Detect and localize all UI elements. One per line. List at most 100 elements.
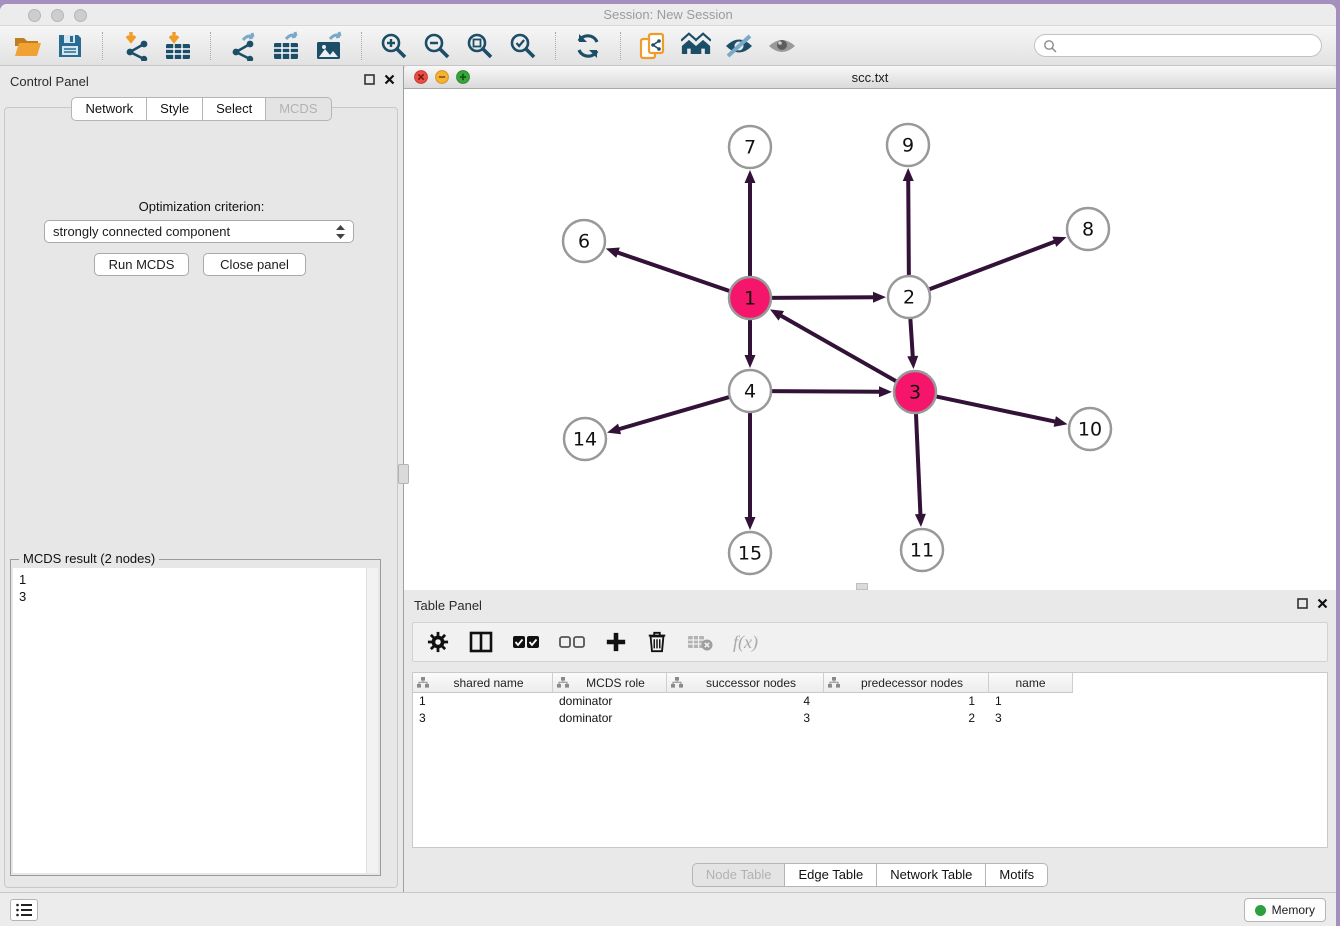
mcds-result-scrollbar[interactable]	[366, 568, 378, 873]
export-image-icon[interactable]	[314, 31, 344, 61]
hierarchy-icon	[828, 677, 840, 688]
horizontal-splitter-handle[interactable]	[856, 583, 868, 590]
show-columns-icon[interactable]	[469, 630, 493, 654]
float-panel-icon[interactable]	[1297, 598, 1308, 609]
hide-selected-icon[interactable]	[724, 31, 754, 61]
zoom-fit-icon[interactable]	[465, 31, 495, 61]
column-label: MCDS role	[569, 676, 662, 690]
graph-edge-4-3[interactable]	[769, 391, 881, 392]
optimization-criterion-label: Optimization criterion:	[0, 199, 403, 214]
deselect-all-icon[interactable]	[559, 635, 585, 649]
mcds-result-area[interactable]: 1 3	[13, 568, 378, 873]
network-window-titlebar: scc.txt	[404, 66, 1336, 89]
graph-edge-arrowhead	[1054, 416, 1068, 427]
graph-edge-1-2[interactable]	[769, 297, 875, 298]
tab-style[interactable]: Style	[146, 97, 203, 121]
delete-row-icon[interactable]	[647, 631, 667, 653]
float-panel-icon[interactable]	[364, 74, 375, 85]
graph-node-label-4: 4	[744, 381, 756, 403]
column-header-name[interactable]: name	[989, 673, 1073, 693]
graph-node-label-6: 6	[578, 231, 590, 253]
graph-edge-2-3[interactable]	[910, 316, 913, 358]
graph-edge-1-6[interactable]	[616, 252, 732, 292]
import-network-icon[interactable]	[120, 31, 150, 61]
cell-shared-name[interactable]: 3	[413, 710, 553, 727]
import-table-icon[interactable]	[163, 31, 193, 61]
settings-gear-icon[interactable]	[427, 631, 449, 653]
tab-select[interactable]: Select	[202, 97, 266, 121]
network-window-title: scc.txt	[404, 70, 1336, 85]
table-toolbar: f(x)	[412, 622, 1328, 662]
tab-mcds[interactable]: MCDS	[265, 97, 331, 121]
tab-motifs[interactable]: Motifs	[985, 863, 1048, 887]
graph-node-label-8: 8	[1082, 219, 1094, 241]
cell-MCDS-role[interactable]: dominator	[553, 693, 667, 710]
zoom-out-icon[interactable]	[422, 31, 452, 61]
list-icon	[16, 903, 32, 917]
tab-network[interactable]: Network	[71, 97, 147, 121]
table-row[interactable]: 3dominator323	[413, 710, 1327, 727]
save-session-icon[interactable]	[55, 31, 85, 61]
cell-name[interactable]: 3	[989, 710, 1073, 727]
graph-edge-3-11[interactable]	[916, 411, 921, 516]
node-table[interactable]: shared name MCDS role successor nodesprede…	[412, 672, 1328, 848]
export-network-icon[interactable]	[228, 31, 258, 61]
open-session-icon[interactable]	[12, 31, 42, 61]
close-panel-icon[interactable]	[1317, 598, 1328, 609]
app-titlebar: Session: New Session	[0, 4, 1336, 26]
cell-shared-name[interactable]: 1	[413, 693, 553, 710]
criterion-select[interactable]: strongly connected component	[44, 220, 354, 243]
graph-edge-2-9[interactable]	[908, 179, 909, 278]
tab-network-table[interactable]: Network Table	[876, 863, 986, 887]
search-box[interactable]	[1034, 34, 1322, 57]
export-table-icon[interactable]	[271, 31, 301, 61]
tab-node-table[interactable]: Node Table	[692, 863, 786, 887]
select-all-icon[interactable]	[513, 635, 539, 649]
graph-edge-3-10[interactable]	[934, 396, 1057, 422]
cell-successor-nodes[interactable]: 3	[667, 710, 824, 727]
graph-edge-4-14[interactable]	[618, 396, 732, 429]
run-mcds-button[interactable]: Run MCDS	[94, 253, 189, 276]
graph-node-label-1: 1	[744, 288, 756, 310]
tab-edge-table[interactable]: Edge Table	[784, 863, 877, 887]
column-header-predecessor-nodes[interactable]: predecessor nodes	[824, 673, 989, 693]
mcds-result-group: MCDS result (2 nodes) 1 3	[10, 559, 381, 876]
cell-successor-nodes[interactable]: 4	[667, 693, 824, 710]
search-input[interactable]	[1057, 37, 1321, 55]
close-panel-button[interactable]: Close panel	[203, 253, 306, 276]
toolbar-separator	[210, 32, 211, 60]
main-toolbar	[0, 26, 1336, 66]
cell-predecessor-nodes[interactable]: 2	[824, 710, 989, 727]
table-header-row: shared name MCDS role successor nodesprede…	[413, 673, 1327, 693]
column-header-MCDS-role[interactable]: MCDS role	[553, 673, 667, 693]
table-row[interactable]: 1dominator411	[413, 693, 1327, 710]
table-panel-title: Table Panel	[414, 598, 482, 613]
control-panel-title: Control Panel	[10, 74, 89, 89]
add-row-icon[interactable]	[605, 631, 627, 653]
toolbar-separator	[361, 32, 362, 60]
column-header-successor-nodes[interactable]: successor nodes	[667, 673, 824, 693]
zoom-selected-icon[interactable]	[508, 31, 538, 61]
graph-edge-2-8[interactable]	[927, 241, 1056, 290]
select-chevrons-icon	[336, 225, 345, 239]
cell-predecessor-nodes[interactable]: 1	[824, 693, 989, 710]
graph-edge-arrowhead	[879, 386, 892, 397]
column-header-shared-name[interactable]: shared name	[413, 673, 553, 693]
refresh-layout-icon[interactable]	[573, 31, 603, 61]
home-layout-icon[interactable]	[681, 31, 711, 61]
cell-MCDS-role[interactable]: dominator	[553, 710, 667, 727]
vertical-splitter-handle[interactable]	[398, 464, 409, 484]
graph-edge-3-1[interactable]	[780, 315, 899, 383]
memory-button[interactable]: Memory	[1244, 898, 1326, 922]
clone-network-icon[interactable]	[638, 31, 668, 61]
graph-edge-arrowhead	[606, 247, 620, 257]
task-history-button[interactable]	[10, 899, 38, 921]
show-all-icon[interactable]	[767, 31, 797, 61]
network-canvas[interactable]: 1234678910111415	[404, 89, 1336, 590]
zoom-in-icon[interactable]	[379, 31, 409, 61]
formula-builder-icon[interactable]: f(x)	[733, 632, 758, 653]
delete-table-icon[interactable]	[687, 633, 713, 651]
control-panel-tabs: NetworkStyleSelectMCDS	[0, 97, 403, 121]
cell-name[interactable]: 1	[989, 693, 1073, 710]
close-panel-icon[interactable]	[384, 74, 395, 85]
